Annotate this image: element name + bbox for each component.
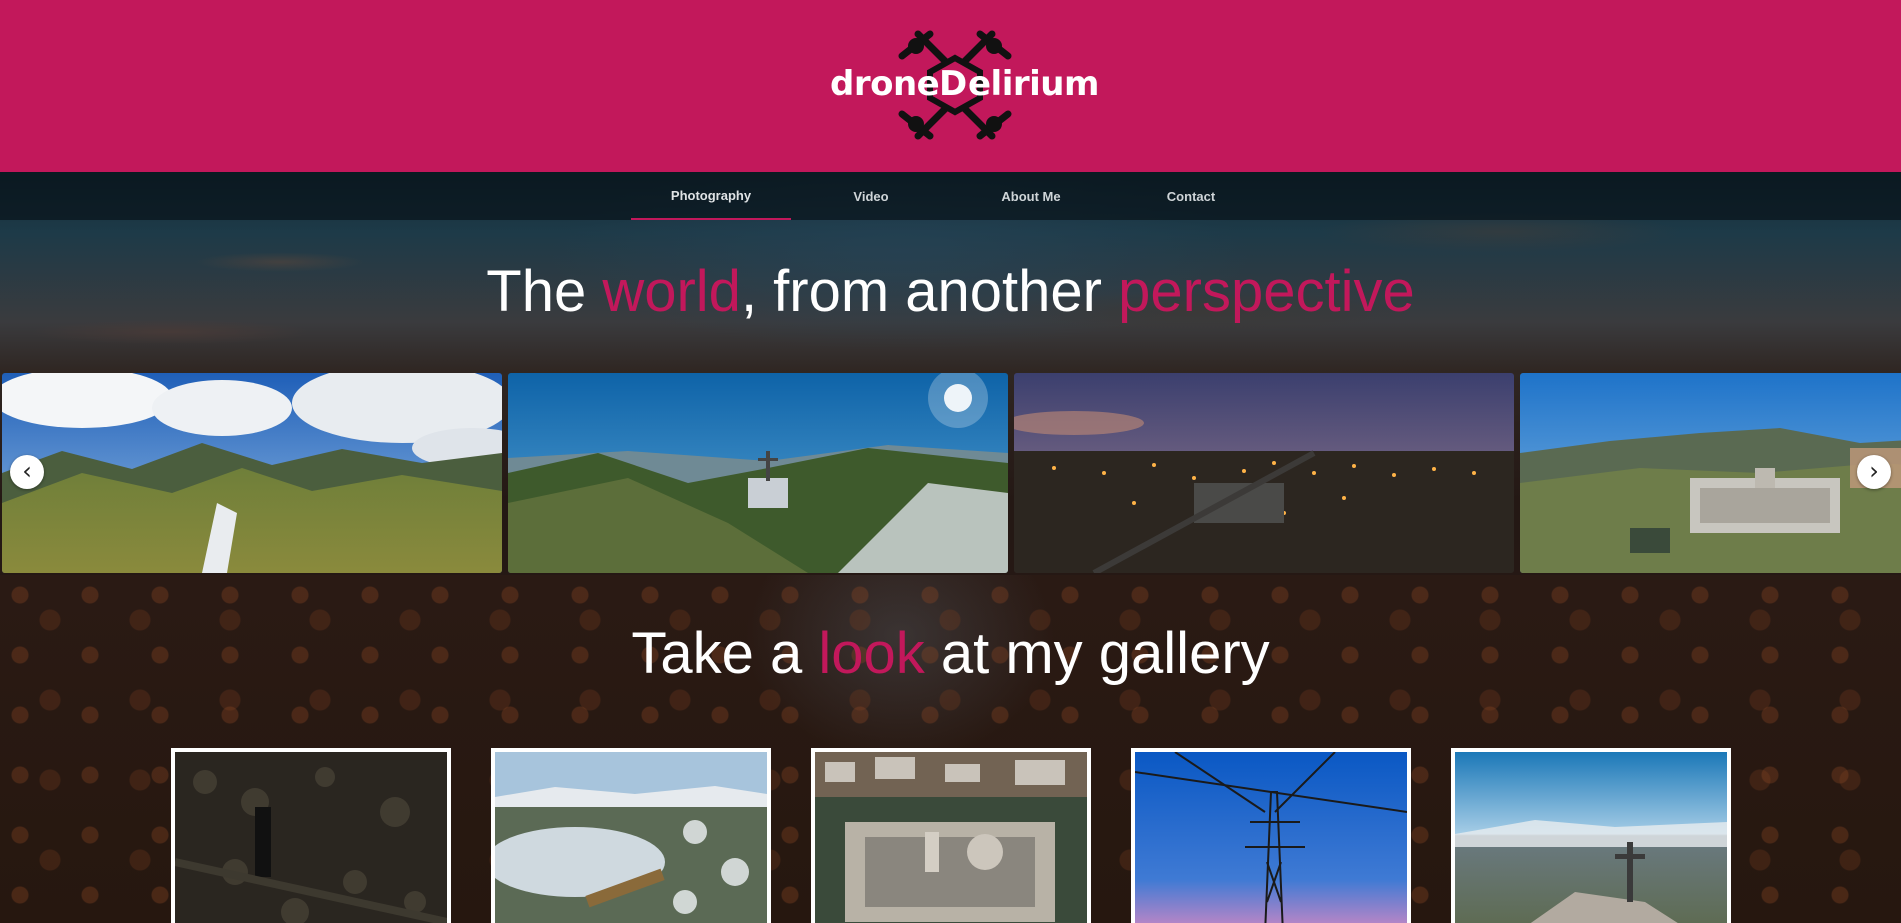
nav-contact[interactable]: Contact [1111, 172, 1271, 220]
logo-word-drone: drone [830, 64, 940, 104]
hero-headline-part1: The [486, 259, 603, 324]
logo-word-elirium: elirium [968, 64, 1099, 104]
carousel-slide-mountain-valley[interactable] [2, 373, 502, 573]
gallery-thumb-monument-cross[interactable] [1451, 748, 1731, 923]
gallery-headline-part2: at my gallery [924, 621, 1270, 686]
carousel-prev-button[interactable]: ‹ [10, 455, 44, 489]
gallery-headline-accent-look: look [818, 621, 925, 686]
carousel-slide-forest-cross[interactable] [508, 373, 1008, 573]
site-header: drone D elirium [0, 0, 1901, 172]
hero-headline-accent-world: world [602, 259, 741, 324]
gallery-headline-part1: Take a [631, 621, 819, 686]
nav-video[interactable]: Video [791, 172, 951, 220]
hero-headline-accent-perspective: perspective [1118, 259, 1415, 324]
nav-about-me[interactable]: About Me [951, 172, 1111, 220]
gallery-thumb-snowy-reservoir[interactable] [491, 748, 771, 923]
site-logo[interactable]: drone D elirium [820, 20, 1099, 150]
carousel-slide-monastery-town[interactable] [1520, 373, 1901, 573]
carousel-slide-city-night[interactable] [1014, 373, 1514, 573]
gallery-thumb-dark-forest[interactable] [171, 748, 451, 923]
nav-photography[interactable]: Photography [631, 172, 791, 220]
gallery-thumb-power-tower[interactable] [1131, 748, 1411, 923]
gallery-headline: Take a look at my gallery [0, 620, 1901, 687]
carousel-next-button[interactable]: › [1857, 455, 1891, 489]
logo-letter-d: D [939, 64, 967, 104]
main-nav: Photography Video About Me Contact [0, 172, 1901, 220]
photo-carousel [0, 373, 1901, 573]
hero-headline-part2: , from another [740, 259, 1119, 324]
hero-headline: The world, from another perspective [0, 258, 1901, 325]
gallery-thumb-monastery[interactable] [811, 748, 1091, 923]
